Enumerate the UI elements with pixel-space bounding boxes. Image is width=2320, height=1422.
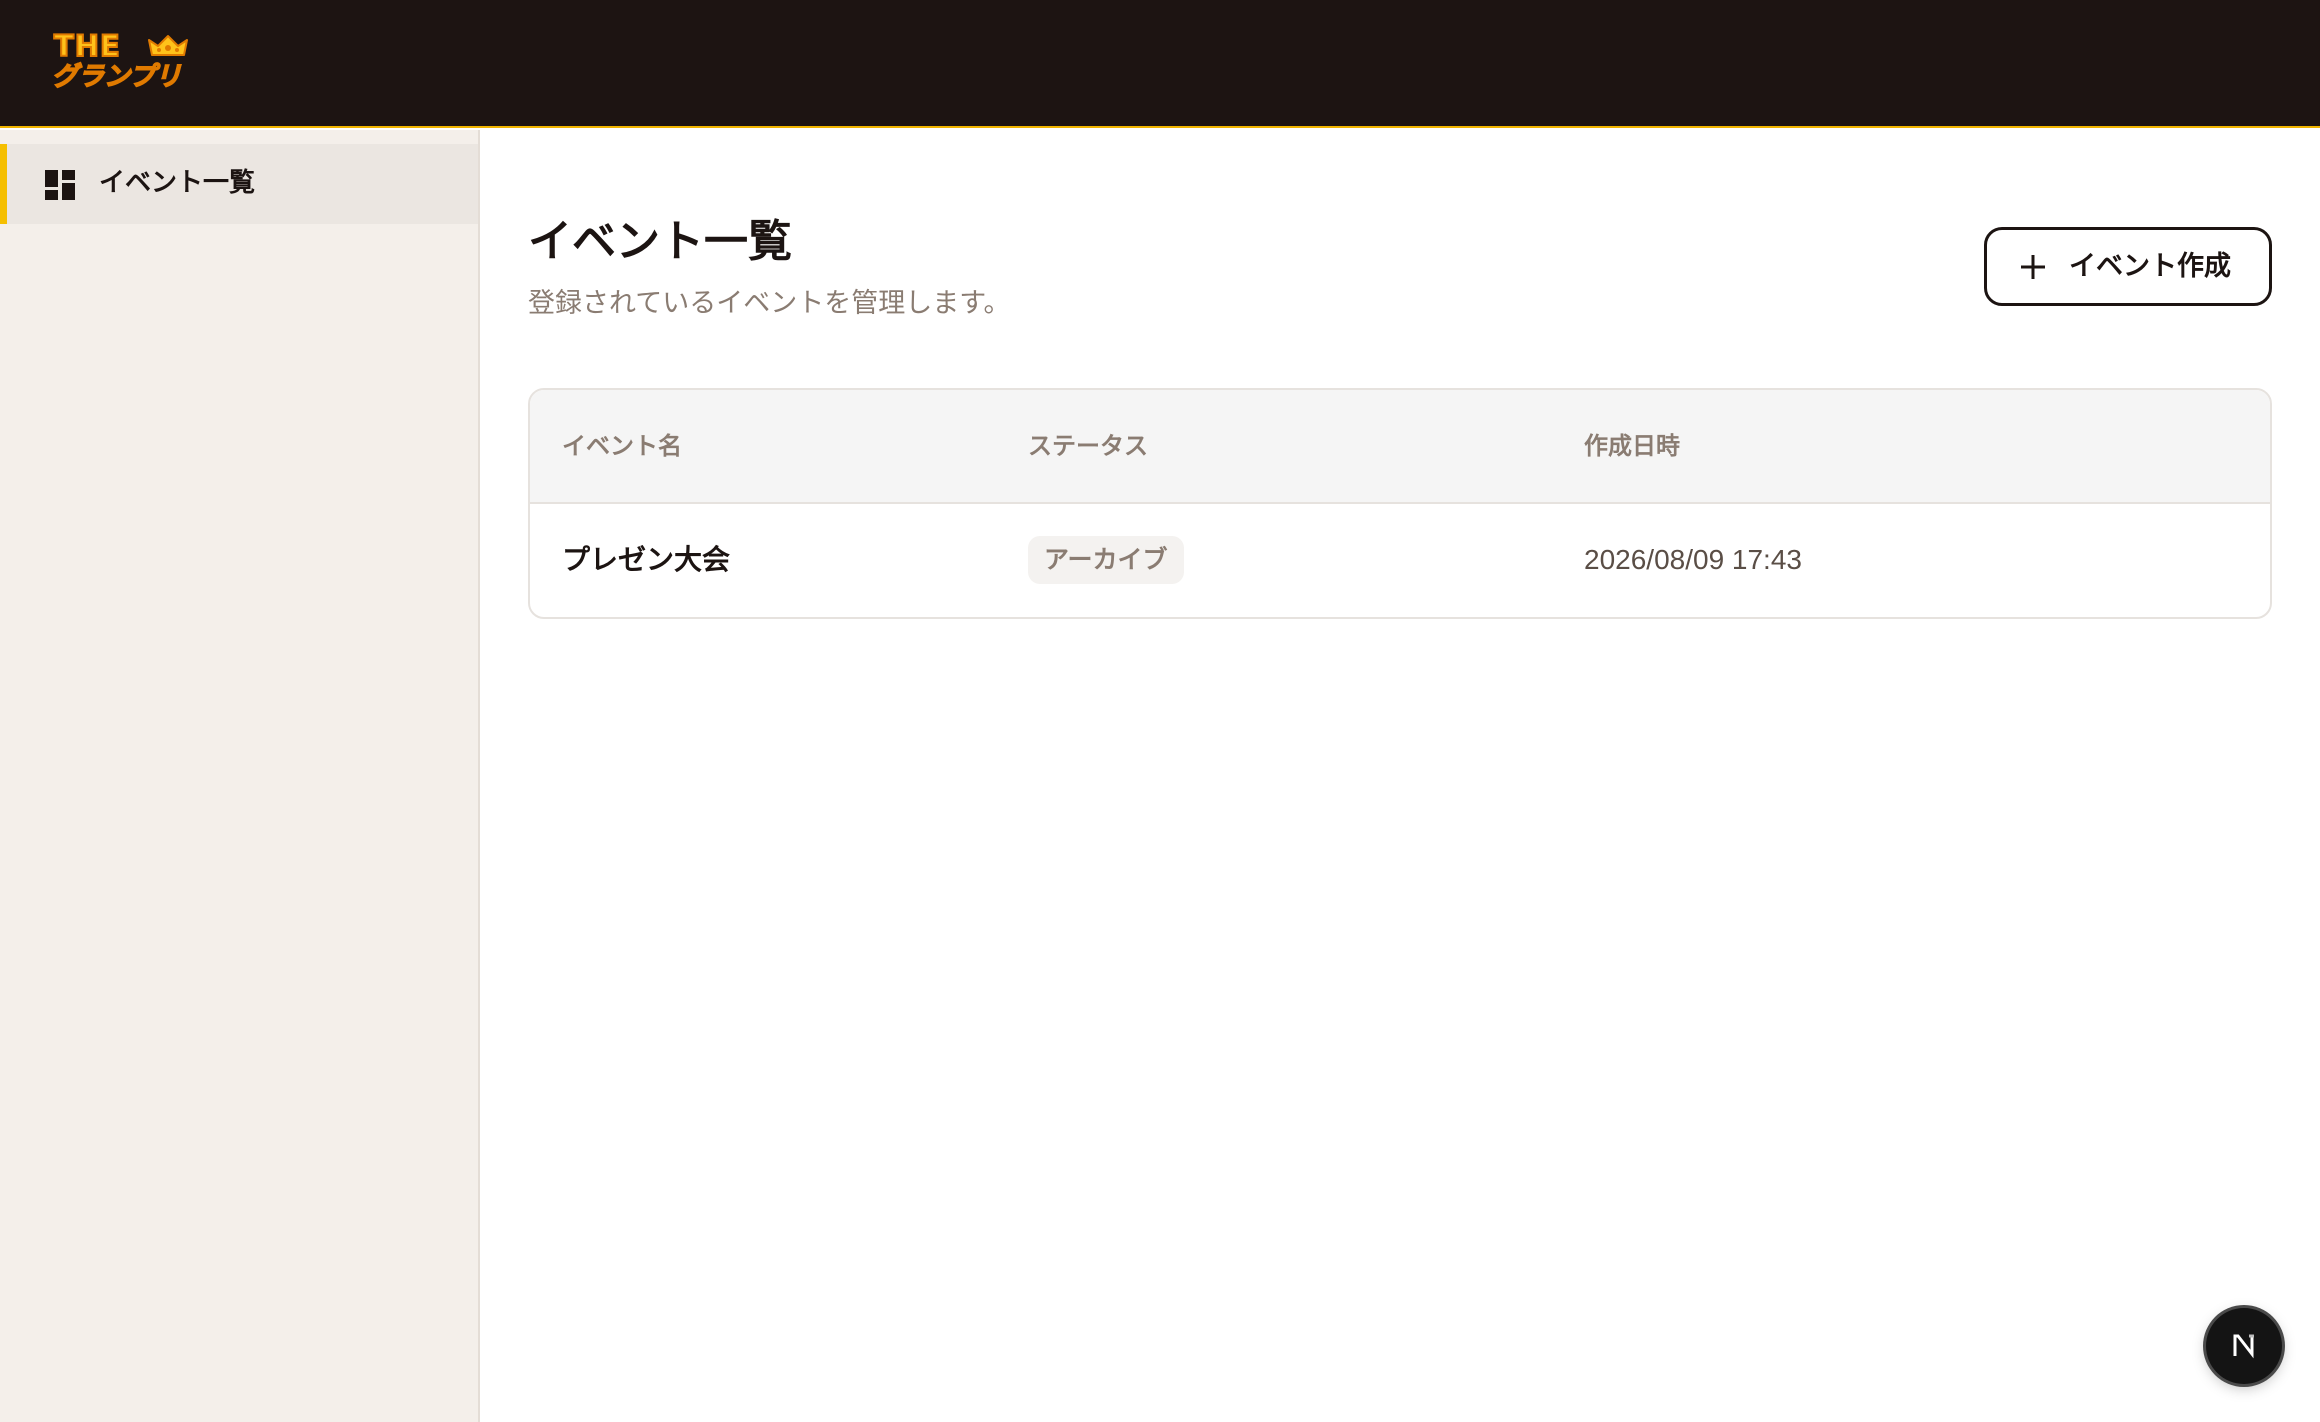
- sidebar-item-label: イベント一覧: [99, 168, 256, 198]
- event-name[interactable]: プレゼン大会: [562, 542, 730, 578]
- plus-icon: [2021, 255, 2045, 279]
- crown-icon: [148, 35, 188, 56]
- column-header-created[interactable]: 作成日時: [1584, 430, 1680, 462]
- create-event-label: イベント作成: [2069, 251, 2231, 282]
- sidebar: イベント一覧: [0, 130, 480, 1422]
- logo-text-bottom: グランプリ: [51, 62, 182, 92]
- status-badge: アーカイブ: [1028, 536, 1184, 584]
- dashboard-icon: [45, 170, 75, 200]
- page-subtitle: 登録されているイベントを管理します。: [528, 288, 1011, 319]
- nextjs-dev-button[interactable]: [2206, 1308, 2282, 1384]
- nextjs-icon: [2233, 1334, 2254, 1359]
- logo-text-top: THE: [53, 29, 121, 63]
- top-header: THE グランプリ: [0, 0, 2320, 128]
- table-row[interactable]: プレゼン大会 アーカイブ 2026/08/09 17:43: [530, 504, 2270, 617]
- table-header: イベント名 ステータス 作成日時: [530, 390, 2270, 504]
- column-header-name[interactable]: イベント名: [562, 430, 682, 462]
- sidebar-item-events[interactable]: イベント一覧: [0, 144, 478, 224]
- app-logo[interactable]: THE グランプリ: [51, 28, 202, 98]
- page-title: イベント一覧: [528, 216, 792, 267]
- created-at: 2026/08/09 17:43: [1584, 544, 1802, 575]
- events-table: イベント名 ステータス 作成日時 プレゼン大会 アーカイブ 2026/08/09…: [528, 388, 2272, 619]
- create-event-button[interactable]: イベント作成: [1984, 227, 2272, 306]
- column-header-status[interactable]: ステータス: [1028, 430, 1148, 462]
